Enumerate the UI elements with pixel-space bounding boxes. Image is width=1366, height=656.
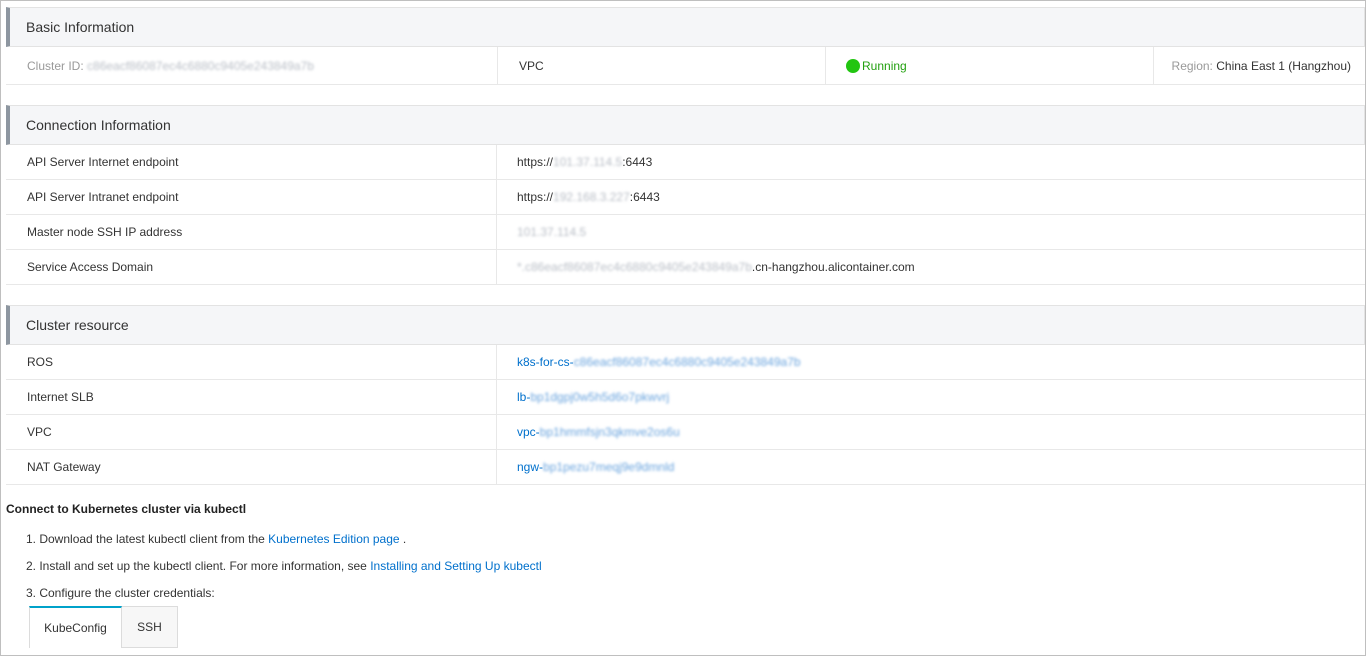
step-2-text: 2. Install and set up the kubectl client…: [26, 559, 371, 573]
installing-kubectl-link[interactable]: Installing and Setting Up kubectl: [370, 559, 541, 573]
running-status-icon: [846, 58, 860, 73]
resource-row-ros: ROS k8s-for-cs-c86eacf86087ec4c6880c9405…: [6, 345, 1365, 380]
connection-row-master-ssh: Master node SSH IP address 101.37.114.5: [6, 215, 1365, 250]
tab-kubeconfig[interactable]: KubeConfig: [29, 606, 122, 648]
resource-label: ROS: [6, 345, 497, 379]
connection-label: API Server Intranet endpoint: [6, 180, 497, 214]
resource-link-nat[interactable]: ngw-bp1pezu7meqj9e9dmnld: [497, 450, 1365, 484]
link-prefix[interactable]: k8s-for-cs-: [517, 355, 574, 369]
resource-link-vpc[interactable]: vpc-bp1hmmfsjn3qkmve2os6u: [497, 415, 1365, 449]
cluster-resource-section: Cluster resource ROS k8s-for-cs-c86eacf8…: [6, 305, 1365, 485]
connection-label: Master node SSH IP address: [6, 215, 497, 249]
resource-link-slb[interactable]: lb-bp1dgpj0w5h5d6o7pkwvrj: [497, 380, 1365, 414]
connection-value: https://192.168.3.227:6443: [497, 180, 1365, 214]
cluster-id-cell: Cluster ID: c86eacf86087ec4c6880c9405e24…: [6, 47, 498, 84]
status-cell: Running: [826, 47, 1154, 84]
value-suffix: .cn-hangzhou.alicontainer.com: [751, 260, 915, 274]
basic-information-title: Basic Information: [6, 7, 1365, 47]
step-3: 3. Configure the cluster credentials:: [26, 586, 215, 600]
step-1-end: .: [399, 532, 407, 546]
kubectl-steps: 1. Download the latest kubectl client fr…: [6, 526, 1356, 607]
masked-link[interactable]: c86eacf86087ec4c6880c9405e243849a7b: [574, 355, 801, 369]
masked-link[interactable]: bp1pezu7meqj9e9dmnld: [543, 460, 674, 474]
connection-label: Service Access Domain: [6, 250, 497, 284]
connection-row-api-internet: API Server Internet endpoint https://101…: [6, 145, 1365, 180]
masked-value: 101.37.114.5: [553, 155, 623, 169]
basic-info-row: Cluster ID: c86eacf86087ec4c6880c9405e24…: [6, 47, 1365, 85]
value-suffix: :6443: [629, 190, 660, 204]
masked-link[interactable]: bp1hmmfsjn3qkmve2os6u: [540, 425, 680, 439]
connection-label: API Server Internet endpoint: [6, 145, 497, 179]
region-cell: Region: China East 1 (Hangzhou): [1154, 47, 1365, 84]
resource-label: NAT Gateway: [6, 450, 497, 484]
kubernetes-edition-link[interactable]: Kubernetes Edition page: [268, 532, 399, 546]
connection-information-title: Connection Information: [6, 105, 1365, 145]
resource-row-nat: NAT Gateway ngw-bp1pezu7meqj9e9dmnld: [6, 450, 1365, 485]
step-1: 1. Download the latest kubectl client fr…: [26, 526, 1356, 553]
masked-value: *.c86eacf86087ec4c6880c9405e243849a7b: [517, 260, 752, 274]
resource-label: VPC: [6, 415, 497, 449]
value-prefix: https://: [517, 190, 554, 204]
kubectl-heading: Connect to Kubernetes cluster via kubect…: [6, 502, 247, 516]
connection-value: https://101.37.114.5:6443: [497, 145, 1365, 179]
region-value: China East 1 (Hangzhou): [1216, 58, 1351, 73]
network-type: VPC: [498, 47, 826, 84]
basic-information-section: Basic Information Cluster ID: c86eacf860…: [6, 7, 1365, 85]
connection-information-section: Connection Information API Server Intern…: [6, 105, 1365, 285]
region-label: Region:: [1171, 58, 1213, 73]
masked-link[interactable]: bp1dgpj0w5h5d6o7pkwvrj: [530, 390, 669, 404]
value-prefix: https://: [517, 155, 554, 169]
masked-value: 101.37.114.5: [517, 225, 587, 239]
link-prefix[interactable]: vpc-: [517, 425, 540, 439]
connection-row-service-domain: Service Access Domain *.c86eacf86087ec4c…: [6, 250, 1365, 285]
link-prefix[interactable]: ngw-: [517, 460, 543, 474]
masked-value: 192.168.3.227: [553, 190, 630, 204]
value-suffix: :6443: [622, 155, 653, 169]
connection-value: *.c86eacf86087ec4c6880c9405e243849a7b .cn…: [497, 250, 1365, 284]
link-prefix[interactable]: lb-: [517, 390, 530, 404]
connection-value: 101.37.114.5: [497, 215, 1365, 249]
resource-row-slb: Internet SLB lb-bp1dgpj0w5h5d6o7pkwvrj: [6, 380, 1365, 415]
cluster-id-value: c86eacf86087ec4c6880c9405e243849a7b: [87, 58, 314, 73]
credentials-tabs: KubeConfig SSH: [29, 606, 178, 648]
tab-ssh[interactable]: SSH: [122, 606, 178, 648]
resource-label: Internet SLB: [6, 380, 497, 414]
step-2: 2. Install and set up the kubectl client…: [26, 553, 1356, 580]
cluster-id-label: Cluster ID:: [27, 58, 84, 73]
resource-row-vpc: VPC vpc-bp1hmmfsjn3qkmve2os6u: [6, 415, 1365, 450]
cluster-resource-title: Cluster resource: [6, 305, 1365, 345]
kubectl-section: Connect to Kubernetes cluster via kubect…: [6, 500, 1356, 607]
resource-link-ros[interactable]: k8s-for-cs-c86eacf86087ec4c6880c9405e243…: [497, 345, 1365, 379]
step-1-text: 1. Download the latest kubectl client fr…: [26, 532, 269, 546]
connection-row-api-intranet: API Server Intranet endpoint https://192…: [6, 180, 1365, 215]
status-text: Running: [862, 58, 907, 73]
